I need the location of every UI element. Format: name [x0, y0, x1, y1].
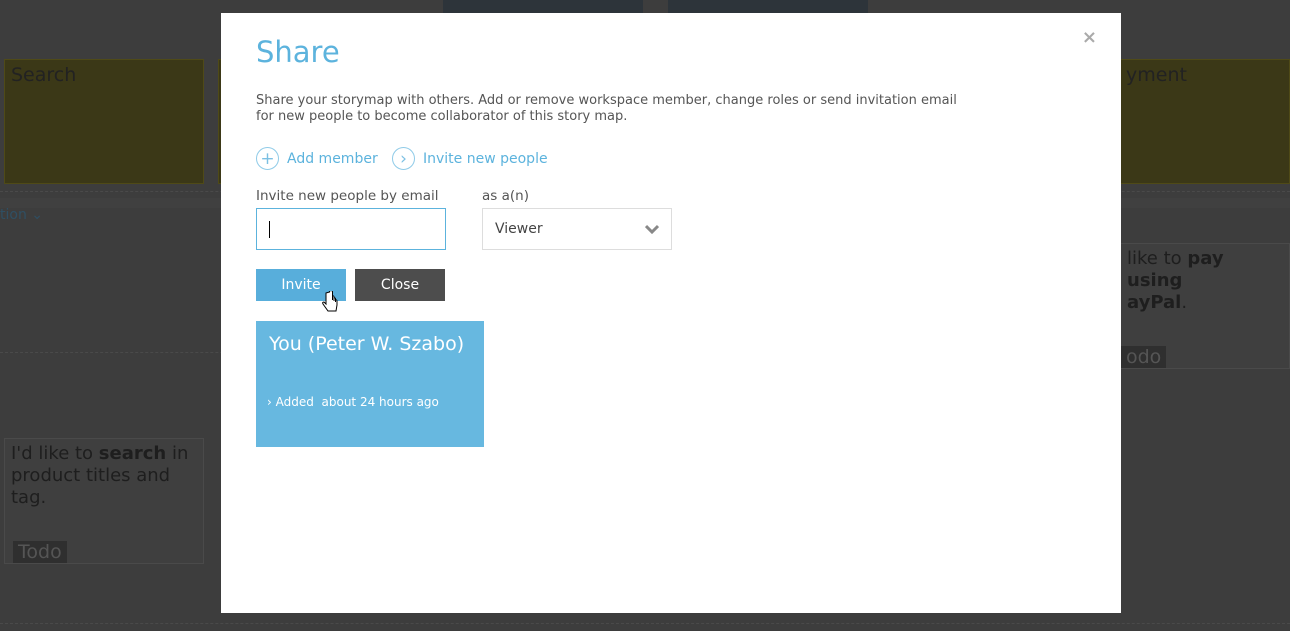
member-card[interactable]: You (Peter W. Szabo) › Added about 24 ho… [256, 321, 484, 447]
member-name: You (Peter W. Szabo) [269, 333, 465, 355]
hand-cursor-icon [322, 291, 338, 312]
background-filter: tion ⌄ [0, 207, 44, 223]
close-icon[interactable]: × [1082, 27, 1097, 48]
background-header-card [668, 0, 868, 13]
plus-circle-icon: + [256, 147, 279, 170]
email-label: Invite new people by email [256, 188, 439, 204]
background-activity-card: yment [1115, 59, 1290, 184]
background-story-card: I'd like to search in product titles and… [4, 438, 204, 564]
member-added: › Added about 24 hours ago [267, 395, 439, 409]
dialog-description: Share your storymap with others. Add or … [256, 93, 957, 124]
role-label: as a(n) [482, 188, 529, 204]
background-header-card [443, 0, 643, 13]
chevron-down-icon [645, 224, 659, 234]
share-dialog: × Share Share your storymap with others.… [221, 13, 1121, 613]
email-input[interactable] [256, 208, 446, 250]
background-activity-card: Search [4, 59, 204, 184]
status-badge: Todo [13, 541, 67, 563]
text-cursor [269, 221, 270, 238]
divider [0, 623, 1290, 624]
status-badge: odo [1121, 346, 1167, 368]
role-select[interactable]: Viewer [482, 208, 672, 250]
close-button[interactable]: Close [355, 269, 445, 301]
dialog-title: Share [256, 35, 340, 69]
add-member-link[interactable]: + Add member [256, 147, 378, 170]
invite-new-people-link[interactable]: › Invite new people [392, 147, 548, 170]
background-story-card: like to pay using ayPal. odo [1110, 243, 1290, 369]
chevron-right-circle-icon: › [392, 147, 415, 170]
